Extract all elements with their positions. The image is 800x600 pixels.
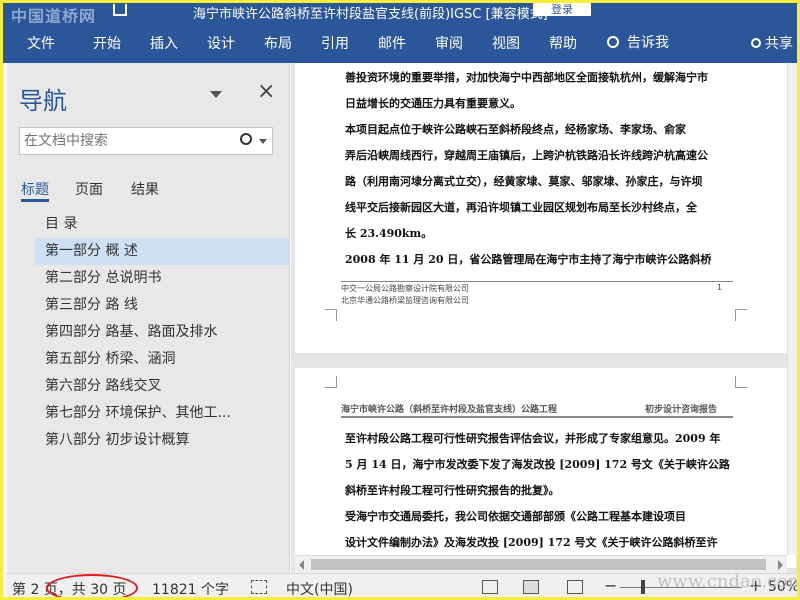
doc-line: 斜桥至许村段工程可行性研究报告的批复》。	[345, 484, 560, 497]
heading-item[interactable]: 第二部分 总说明书	[35, 265, 289, 292]
crop-mark	[735, 309, 747, 321]
person-icon	[751, 38, 761, 48]
title-bar: 中国道桥网 海宁市峡许公路斜桥至许村段盐官支线(前段)IGSC [兼容模式] 登…	[3, 3, 797, 23]
crop-mark	[735, 376, 747, 388]
document-page: 善投资环境的重要举措，对加快海宁中西部地区全面接轨杭州，缓解海宁市 日益增长的交…	[295, 63, 796, 353]
tab-layout[interactable]: 布局	[264, 33, 292, 53]
lightbulb-search-icon	[607, 36, 619, 48]
crop-mark	[325, 309, 337, 321]
heading-list: 目 录 第一部分 概 述 第二部分 总说明书 第三部分 路 线 第四部分 路基、…	[35, 211, 289, 454]
footer-rule	[341, 281, 733, 282]
doc-line: 长 23.490km。	[345, 227, 433, 240]
tab-file[interactable]: 文件	[27, 33, 55, 53]
scroll-right-icon[interactable]	[778, 560, 783, 570]
word-count-status[interactable]: 11821 个字	[152, 579, 229, 597]
tell-me-label: 告诉我	[627, 35, 669, 51]
crop-mark	[325, 376, 337, 388]
nav-tab-headings[interactable]: 标题	[21, 179, 49, 199]
close-icon[interactable]: ×	[257, 79, 275, 104]
page-header-report: 初步设计咨询报告	[645, 405, 718, 415]
share-label: 共享	[765, 36, 793, 52]
tab-design[interactable]: 设计	[207, 33, 235, 53]
tab-insert[interactable]: 插入	[150, 33, 178, 53]
heading-item[interactable]: 第八部分 初步设计概算	[35, 427, 289, 454]
window-title: 海宁市峡许公路斜桥至许村段盐官支线(前段)IGSC [兼容模式]	[193, 7, 548, 22]
doc-line: 线平交后接新园区大道，再沿许坝镇工业园区规划布局至长沙村终点，全	[345, 201, 697, 214]
scroll-left-icon[interactable]	[299, 560, 304, 570]
doc-line: 5 月 14 日，海宁市发改委下发了海发改投 [2009] 172 号文《关于峡…	[345, 458, 730, 471]
search-options-chevron-icon[interactable]	[259, 139, 267, 144]
zoom-slider-thumb[interactable]	[641, 580, 645, 594]
heading-item[interactable]: 第五部分 桥梁、涵洞	[35, 346, 289, 373]
document-page: 海宁市峡许公路（斜桥至许村段及盐官支线）公路工程 初步设计咨询报告 至许村段公路…	[295, 368, 796, 568]
doc-line: 弄后沿峡周线西行，穿越周王庙镇后，上跨沪杭铁路沿长许线跨沪杭高速公	[345, 149, 708, 162]
print-layout-icon[interactable]	[523, 580, 539, 594]
doc-line: 日益增长的交通压力具有重要意义。	[345, 97, 521, 110]
zoom-out-icon[interactable]: −	[604, 576, 617, 595]
document-area[interactable]: 善投资环境的重要举措，对加快海宁中西部地区全面接轨杭州，缓解海宁市 日益增长的交…	[291, 63, 797, 573]
heading-item[interactable]: 第四部分 路基、路面及排水	[35, 319, 289, 346]
doc-line: 路（利用南河埭分离式立交），经黄家埭、莫家、邬家埭、孙家庄，与许坝	[345, 175, 703, 188]
doc-line: 至许村段公路工程可行性研究报告评估会议，并形成了专家组意见。2009 年	[345, 432, 721, 445]
share-button[interactable]: 共享	[751, 33, 793, 53]
window-frame: 中国道桥网 海宁市峡许公路斜桥至许村段盐官支线(前段)IGSC [兼容模式] 登…	[0, 0, 800, 600]
footer-company-1: 中交一公局公路勘察设计院有限公司	[341, 284, 469, 293]
ribbon-tabs: 文件 开始 插入 设计 布局 引用 邮件 审阅 视图 帮助 告诉我 共享	[3, 23, 797, 63]
navigation-pane: 导航 × 标题 页面 结果 目 录 第一部分 概 述 第二部分 总说明书 第三部…	[7, 63, 290, 573]
doc-line: 受海宁市交通局委托，我公司依据交通部部颁《公路工程基本建设项目	[345, 510, 686, 523]
doc-line: 设计文件编制办法》及海发改投 [2009] 172 号文《关于峡许公路斜桥至许	[345, 536, 718, 549]
nav-search-input[interactable]	[20, 128, 230, 154]
chevron-down-icon[interactable]	[210, 91, 222, 98]
tab-help[interactable]: 帮助	[549, 33, 577, 53]
web-layout-icon[interactable]	[567, 580, 583, 594]
heading-item[interactable]: 第六部分 路线交叉	[35, 373, 289, 400]
page-number: 1	[717, 283, 723, 292]
tab-view[interactable]: 视图	[492, 33, 520, 53]
doc-line: 2008 年 11 月 20 日，省公路管理局在海宁市主持了海宁市峡许公路斜桥	[345, 253, 712, 266]
page-header-title: 海宁市峡许公路（斜桥至许村段及盐官支线）公路工程	[341, 405, 558, 415]
page-count-highlight-circle	[46, 574, 138, 597]
active-tab-indicator	[21, 199, 49, 202]
heading-item-selected[interactable]: 第一部分 概 述	[35, 238, 289, 265]
heading-item[interactable]: 第七部分 环境保护、其他工...	[35, 400, 289, 427]
doc-line: 善投资环境的重要举措，对加快海宁中西部地区全面接轨杭州，缓解海宁市	[345, 71, 708, 84]
scroll-thumb[interactable]	[311, 559, 766, 570]
proofing-icon[interactable]	[251, 580, 267, 594]
read-mode-icon[interactable]	[482, 580, 498, 594]
tab-mailings[interactable]: 邮件	[378, 33, 406, 53]
tell-me-button[interactable]: 告诉我	[607, 32, 669, 52]
login-button[interactable]: 登录	[533, 3, 591, 16]
navigation-title: 导航	[19, 87, 67, 115]
save-icon[interactable]	[113, 4, 127, 16]
nav-tab-pages[interactable]: 页面	[75, 179, 103, 199]
nav-search-box[interactable]	[19, 127, 273, 155]
header-rule	[341, 416, 733, 418]
doc-line: 本项目起点位于峡许公路峡石至斜桥段终点，经杨家场、李家场、俞家	[345, 123, 686, 136]
tab-references[interactable]: 引用	[321, 33, 349, 53]
watermark-url: www.cndao.com	[657, 571, 800, 592]
vertical-scrollbar[interactable]	[787, 63, 797, 555]
watermark-logo: 中国道桥网	[11, 7, 97, 23]
tab-review[interactable]: 审阅	[435, 33, 463, 53]
search-icon[interactable]	[240, 133, 252, 145]
heading-item[interactable]: 目 录	[35, 211, 289, 238]
nav-tab-results[interactable]: 结果	[131, 179, 159, 199]
language-status[interactable]: 中文(中国)	[286, 579, 353, 597]
heading-item[interactable]: 第三部分 路 线	[35, 292, 289, 319]
tab-home[interactable]: 开始	[93, 33, 121, 53]
footer-company-2: 北京华通公路桥梁监理咨询有限公司	[341, 296, 469, 305]
